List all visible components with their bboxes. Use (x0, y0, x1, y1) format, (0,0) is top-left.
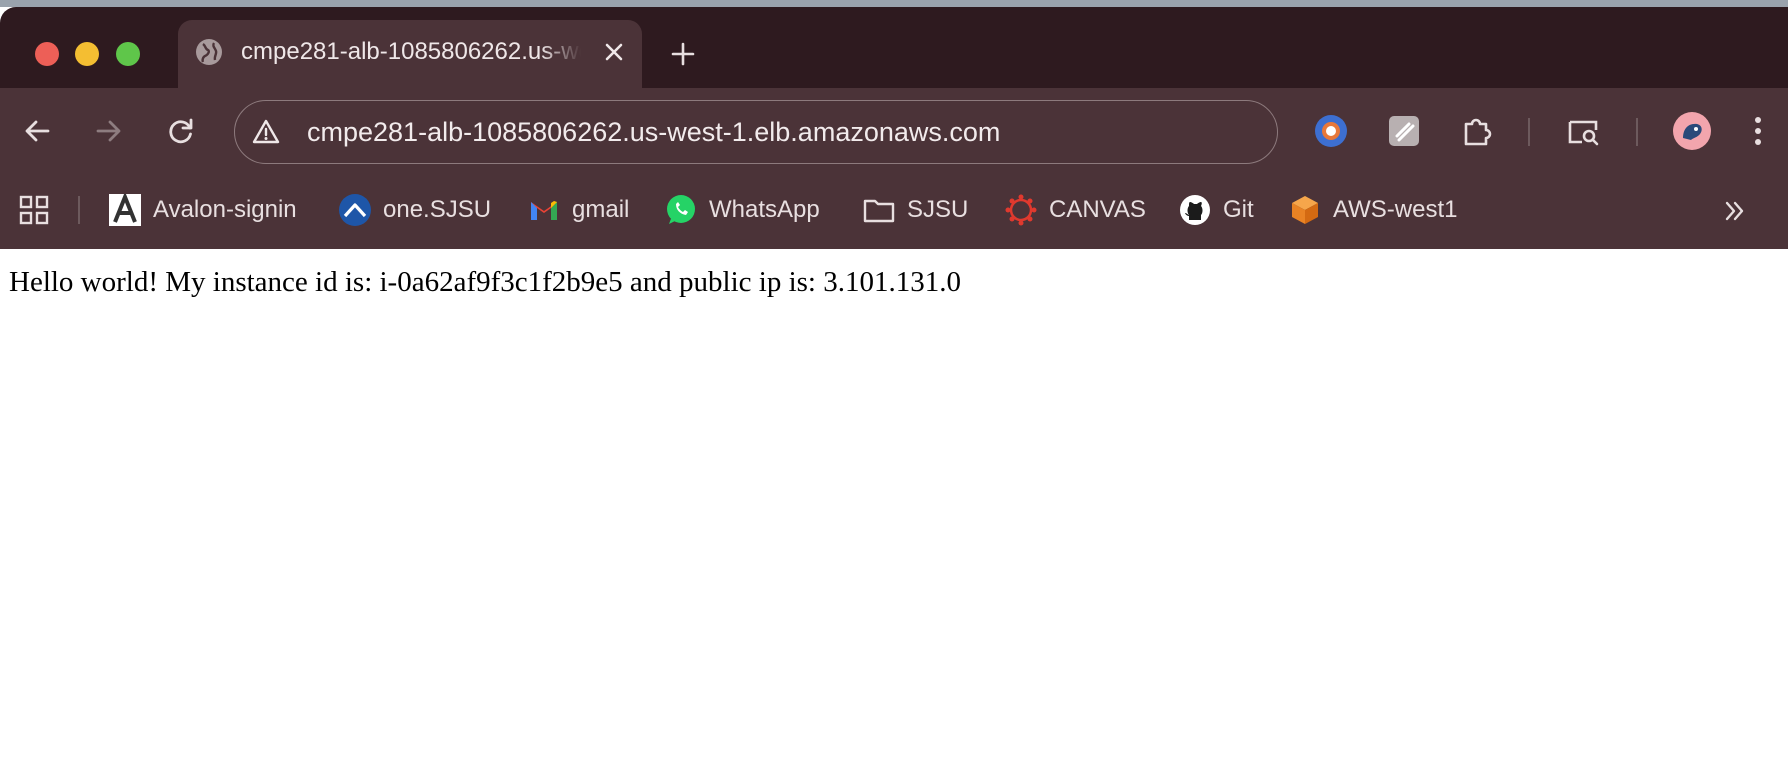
page-message: Hello world! My instance id is: i-0a62af… (9, 266, 961, 298)
aws-cube-icon (1292, 196, 1318, 224)
reload-icon[interactable] (166, 116, 196, 146)
bookmark-aws-west1[interactable]: AWS-west1 (1289, 192, 1457, 228)
bookmark-label: Avalon-signin (153, 196, 297, 223)
tab-strip: cmpe281-alb-1085806262.us-west-1.elb.ama… (0, 7, 1788, 95)
url-text[interactable]: cmpe281-alb-1085806262.us-west-1.elb.ama… (307, 117, 1000, 147)
bookmark-avalon-signin[interactable]: Avalon-signin (109, 192, 297, 228)
extensions-puzzle-icon[interactable] (1460, 114, 1494, 148)
bookmark-label: one.SJSU (383, 196, 492, 223)
bookmark-git[interactable]: Git (1179, 192, 1254, 228)
bookmark-whatsapp[interactable]: WhatsApp (665, 192, 820, 228)
address-bar[interactable]: cmpe281-alb-1085806262.us-west-1.elb.ama… (234, 100, 1278, 164)
bookmark-label: SJSU (907, 196, 969, 223)
bookmark-sjsu-folder[interactable]: SJSU (863, 192, 968, 228)
forward-arrow-icon[interactable] (94, 116, 124, 146)
bookmark-gmail[interactable]: gmail (528, 192, 629, 228)
avalon-icon (109, 194, 141, 226)
window-top-edge (0, 0, 1788, 7)
more-bookmarks-chevron-icon[interactable] (1722, 198, 1748, 224)
apps-grid-icon[interactable] (18, 194, 50, 226)
back-arrow-icon[interactable] (22, 116, 52, 146)
bookmark-label: CANVAS (1049, 196, 1146, 223)
github-icon (1180, 195, 1210, 225)
active-tab[interactable]: cmpe281-alb-1085806262.us-west-1.elb.ama… (178, 20, 642, 95)
bookmark-canvas[interactable]: CANVAS (1005, 192, 1146, 228)
toolbar-divider (1636, 118, 1638, 146)
canvas-icon (1005, 194, 1037, 226)
extension-ring-icon[interactable] (1314, 114, 1348, 148)
bookmarks-bar: Avalon-signin one.SJSU gmail WhatsApp SJ… (0, 174, 1788, 249)
close-tab-icon[interactable] (604, 42, 624, 62)
bookmark-label: gmail (572, 196, 630, 223)
bookmark-label: Git (1223, 196, 1254, 223)
toolbar-divider (1528, 118, 1530, 146)
page-content: Hello world! My instance id is: i-0a62af… (0, 249, 1788, 774)
whatsapp-icon (667, 195, 695, 224)
maximize-window-button[interactable] (116, 42, 140, 66)
new-tab-icon[interactable] (670, 41, 696, 67)
extension-note-icon[interactable] (1387, 114, 1421, 148)
tab-title: cmpe281-alb-1085806262.us-west-1.elb.ama… (241, 38, 581, 65)
minimize-window-button[interactable] (75, 42, 99, 66)
profile-avatar-icon[interactable] (1673, 112, 1711, 150)
more-menu-icon[interactable] (1748, 114, 1768, 148)
globe-icon (196, 39, 222, 65)
folder-icon (863, 199, 895, 223)
bookmark-label: AWS-west1 (1333, 196, 1458, 223)
close-window-button[interactable] (35, 42, 59, 66)
bookmark-label: WhatsApp (709, 196, 820, 223)
bookmarks-divider (78, 196, 80, 224)
gmail-icon (531, 201, 557, 220)
browser-toolbar: cmpe281-alb-1085806262.us-west-1.elb.ama… (0, 88, 1788, 174)
warning-triangle-icon[interactable] (251, 117, 281, 147)
tab-search-icon[interactable] (1566, 114, 1600, 148)
bookmark-one-sjsu[interactable]: one.SJSU (339, 192, 491, 228)
sjsu-icon (339, 194, 371, 226)
